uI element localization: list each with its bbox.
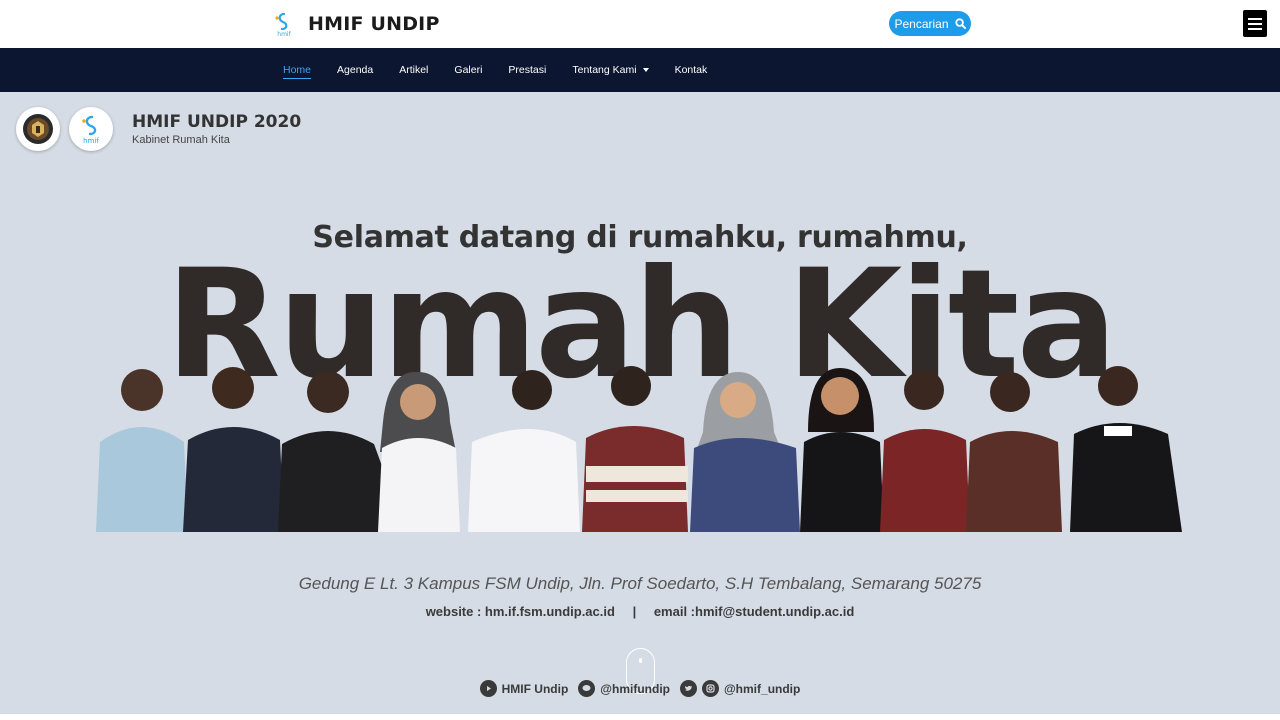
person-8 [800, 368, 884, 532]
nav-list: Home Agenda Artikel Galeri Prestasi Tent… [283, 48, 733, 92]
line-label: @hmifundip [600, 681, 670, 696]
youtube-link[interactable]: HMIF Undip [479, 680, 569, 697]
person-7 [690, 372, 800, 532]
contact-line: website : hm.if.fsm.undip.ac.id | email … [0, 604, 1280, 619]
hmif-logo-icon: hmif [272, 11, 296, 38]
separator: | [632, 604, 637, 619]
nav-item-tentang-kami-label: Tentang Kami [572, 64, 637, 76]
nav-item-agenda[interactable]: Agenda [337, 48, 373, 92]
person-6 [582, 366, 688, 532]
menu-bar-icon [1248, 27, 1262, 30]
nav-item-galeri[interactable]: Galeri [454, 48, 482, 92]
person-5 [468, 370, 580, 532]
instagram-icon [701, 680, 719, 697]
email-text[interactable]: email :hmif@student.undip.ac.id [654, 604, 854, 619]
brand[interactable]: hmif HMIF UNDIP [272, 10, 440, 38]
person-2 [183, 367, 284, 532]
brand-title[interactable]: HMIF UNDIP [308, 13, 440, 35]
bottom-strip [0, 714, 1280, 720]
search-button-label: Pencarian [894, 16, 949, 31]
menu-bar-icon [1248, 22, 1262, 25]
address-text: Gedung E Lt. 3 Kampus FSM Undip, Jln. Pr… [298, 574, 982, 593]
menu-bar-icon [1248, 17, 1262, 20]
nav-item-kontak[interactable]: Kontak [675, 48, 708, 92]
website-text[interactable]: website : hm.if.fsm.undip.ac.id [426, 604, 615, 619]
person-4 [378, 371, 460, 532]
hamburger-menu-button[interactable] [1243, 10, 1267, 37]
line-icon [578, 680, 596, 697]
twitter-icon [679, 680, 697, 697]
group-photo [96, 366, 1182, 532]
nav-item-prestasi[interactable]: Prestasi [508, 48, 546, 92]
twitter-instagram-label: @hmif_undip [723, 681, 801, 696]
caret-down-icon [642, 68, 649, 72]
hero-banner: hmif HMIF UNDIP 2020 Kabinet Rumah Kita … [0, 92, 1280, 714]
svg-text:hmif: hmif [83, 137, 99, 145]
main-nav: Home Agenda Artikel Galeri Prestasi Tent… [0, 48, 1280, 92]
svg-text:hmif: hmif [277, 31, 291, 37]
search-icon [954, 18, 966, 29]
search-button[interactable]: Pencarian [889, 11, 971, 36]
nav-item-artikel[interactable]: Artikel [399, 48, 428, 92]
twitter-instagram-link[interactable]: @hmif_undip [679, 680, 801, 697]
nav-item-home[interactable]: Home [283, 48, 312, 92]
person-1 [96, 369, 188, 532]
youtube-icon [479, 680, 497, 697]
person-10 [966, 372, 1062, 532]
person-11 [1070, 366, 1182, 532]
line-link[interactable]: @hmifundip [578, 680, 670, 697]
nav-item-tentang-kami[interactable]: Tentang Kami [572, 48, 649, 92]
person-9 [880, 370, 970, 532]
top-bar: hmif HMIF UNDIP Pencarian [0, 0, 1280, 48]
youtube-label: HMIF Undip [501, 681, 569, 696]
hmif-badge-icon: hmif [69, 107, 113, 151]
hero-subtitle: Kabinet Rumah Kita [132, 134, 230, 146]
social-links: HMIF Undip @hmifundip @hmif_undip [0, 680, 1280, 697]
hero-title: HMIF UNDIP 2020 [132, 112, 302, 132]
undip-seal-icon [16, 107, 60, 151]
